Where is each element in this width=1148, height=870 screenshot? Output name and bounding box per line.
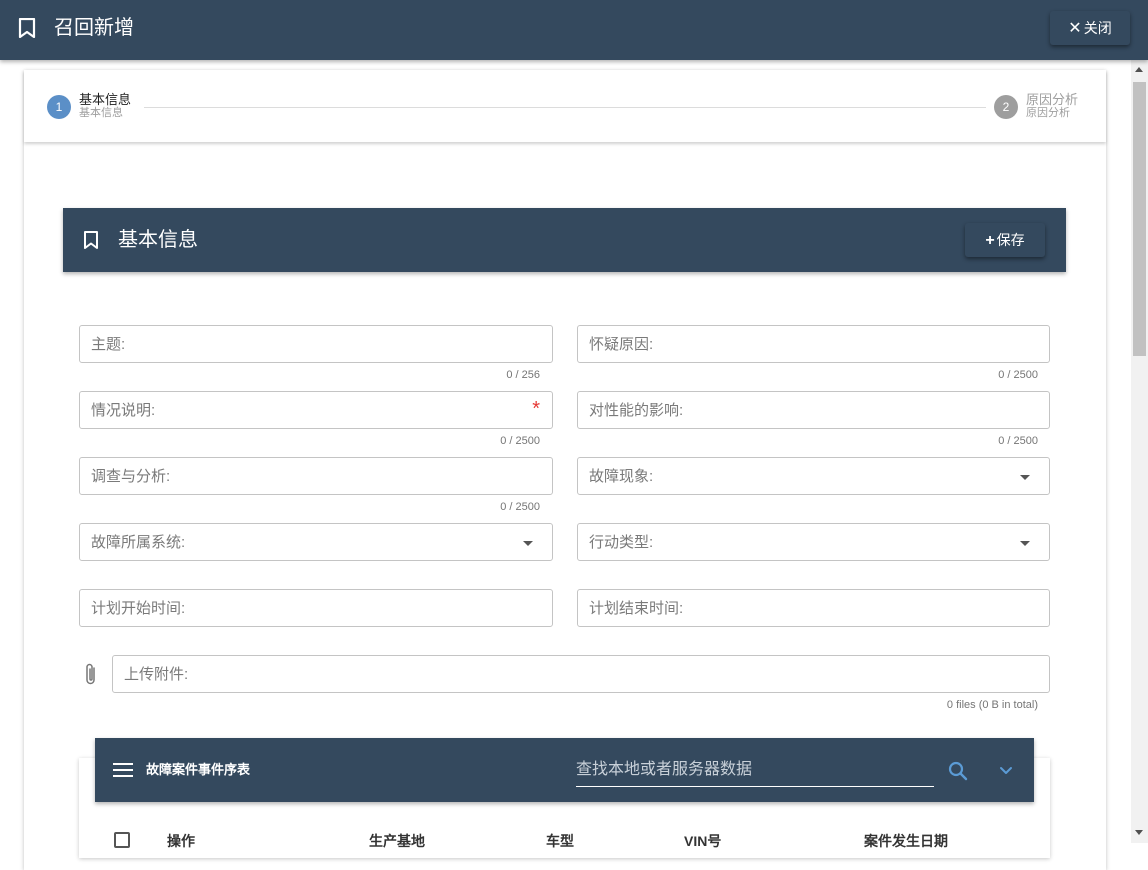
caret-down-icon (523, 541, 533, 546)
select-all-checkbox[interactable] (114, 832, 130, 848)
column-header[interactable]: 操作 (167, 833, 195, 849)
scrollbar-thumb[interactable] (1133, 82, 1146, 356)
performance-impact-placeholder: 对性能的影响: (589, 402, 684, 419)
fault-system-placeholder: 故障所属系统: (91, 534, 186, 551)
page-title: 召回新增 (54, 17, 134, 39)
save-button-label: 保存 (996, 232, 1025, 248)
step-2-subtitle: 原因分析 (1026, 107, 1070, 119)
attachment-placeholder: 上传附件: (124, 666, 189, 683)
section-title: 基本信息 (118, 229, 198, 251)
search-icon[interactable] (947, 760, 969, 782)
step-2-title[interactable]: 原因分析 (1026, 93, 1078, 107)
action-type-select[interactable]: 行动类型: (577, 523, 1050, 561)
attachment-counter: 0 files (0 B in total) (946, 699, 1038, 711)
situation-counter: 0 / 2500 (500, 435, 540, 447)
investigation-counter: 0 / 2500 (500, 501, 540, 513)
suspected-cause-field[interactable]: 怀疑原因: (577, 325, 1050, 363)
performance-impact-counter: 0 / 2500 (998, 435, 1038, 447)
suspected-cause-counter: 0 / 2500 (998, 369, 1038, 381)
scroll-up-arrow-icon[interactable] (1135, 67, 1143, 72)
bookmark-icon (84, 231, 98, 249)
table-toolbar: 故障案件事件序表 查找本地或者服务器数据 (95, 738, 1034, 802)
subject-field[interactable]: 主题: (79, 325, 553, 363)
suspected-cause-placeholder: 怀疑原因: (589, 336, 654, 353)
step-1-subtitle: 基本信息 (79, 107, 123, 119)
bookmark-icon (18, 18, 36, 38)
chevron-down-icon[interactable] (997, 762, 1015, 780)
plan-start-placeholder: 计划开始时间: (91, 600, 186, 617)
stepper-divider (144, 107, 986, 108)
scroll-down-arrow-icon[interactable] (1135, 830, 1143, 835)
column-header[interactable]: 车型 (546, 833, 574, 849)
situation-placeholder: 情况说明: (91, 402, 156, 419)
caret-down-icon (1020, 541, 1030, 546)
table-title: 故障案件事件序表 (146, 762, 251, 777)
fault-phenomenon-select[interactable]: 故障现象: (577, 457, 1050, 495)
column-header[interactable]: VIN号 (684, 833, 721, 849)
step-1-title[interactable]: 基本信息 (79, 93, 131, 107)
plan-end-field[interactable]: 计划结束时间: (577, 589, 1050, 627)
step-1-number[interactable]: 1 (47, 95, 71, 119)
column-header[interactable]: 生产基地 (369, 833, 425, 849)
required-mark: * (532, 398, 540, 420)
plan-end-placeholder: 计划结束时间: (589, 600, 684, 617)
top-header: 召回新增 ✕ 关闭 (0, 0, 1148, 60)
paperclip-icon[interactable] (84, 662, 98, 686)
plus-icon: + (985, 232, 995, 249)
investigation-field[interactable]: 调查与分析: (79, 457, 553, 495)
stepper: 1 基本信息 基本信息 2 原因分析 原因分析 (24, 70, 1106, 142)
close-button[interactable]: ✕ 关闭 (1050, 11, 1130, 45)
situation-field[interactable]: 情况说明: * (79, 391, 553, 429)
table-search-placeholder: 查找本地或者服务器数据 (576, 761, 753, 778)
attachment-upload-field[interactable]: 上传附件: (112, 655, 1050, 693)
column-header[interactable]: 案件发生日期 (864, 833, 948, 849)
subject-placeholder: 主题: (91, 336, 126, 353)
action-type-placeholder: 行动类型: (589, 534, 654, 551)
fault-phenomenon-placeholder: 故障现象: (589, 468, 654, 485)
plan-start-field[interactable]: 计划开始时间: (79, 589, 553, 627)
save-button[interactable]: + 保存 (965, 223, 1045, 257)
fault-system-select[interactable]: 故障所属系统: (79, 523, 553, 561)
caret-down-icon (1020, 475, 1030, 480)
step-2-number[interactable]: 2 (994, 95, 1018, 119)
vertical-scrollbar[interactable] (1131, 60, 1148, 843)
investigation-placeholder: 调查与分析: (91, 468, 171, 485)
close-icon: ✕ (1068, 20, 1082, 37)
close-button-label: 关闭 (1083, 20, 1112, 36)
menu-icon[interactable] (113, 763, 133, 777)
table-search-input[interactable]: 查找本地或者服务器数据 (576, 758, 934, 787)
section-header: 基本信息 + 保存 (63, 208, 1066, 272)
performance-impact-field[interactable]: 对性能的影响: (577, 391, 1050, 429)
subject-counter: 0 / 256 (506, 369, 540, 381)
